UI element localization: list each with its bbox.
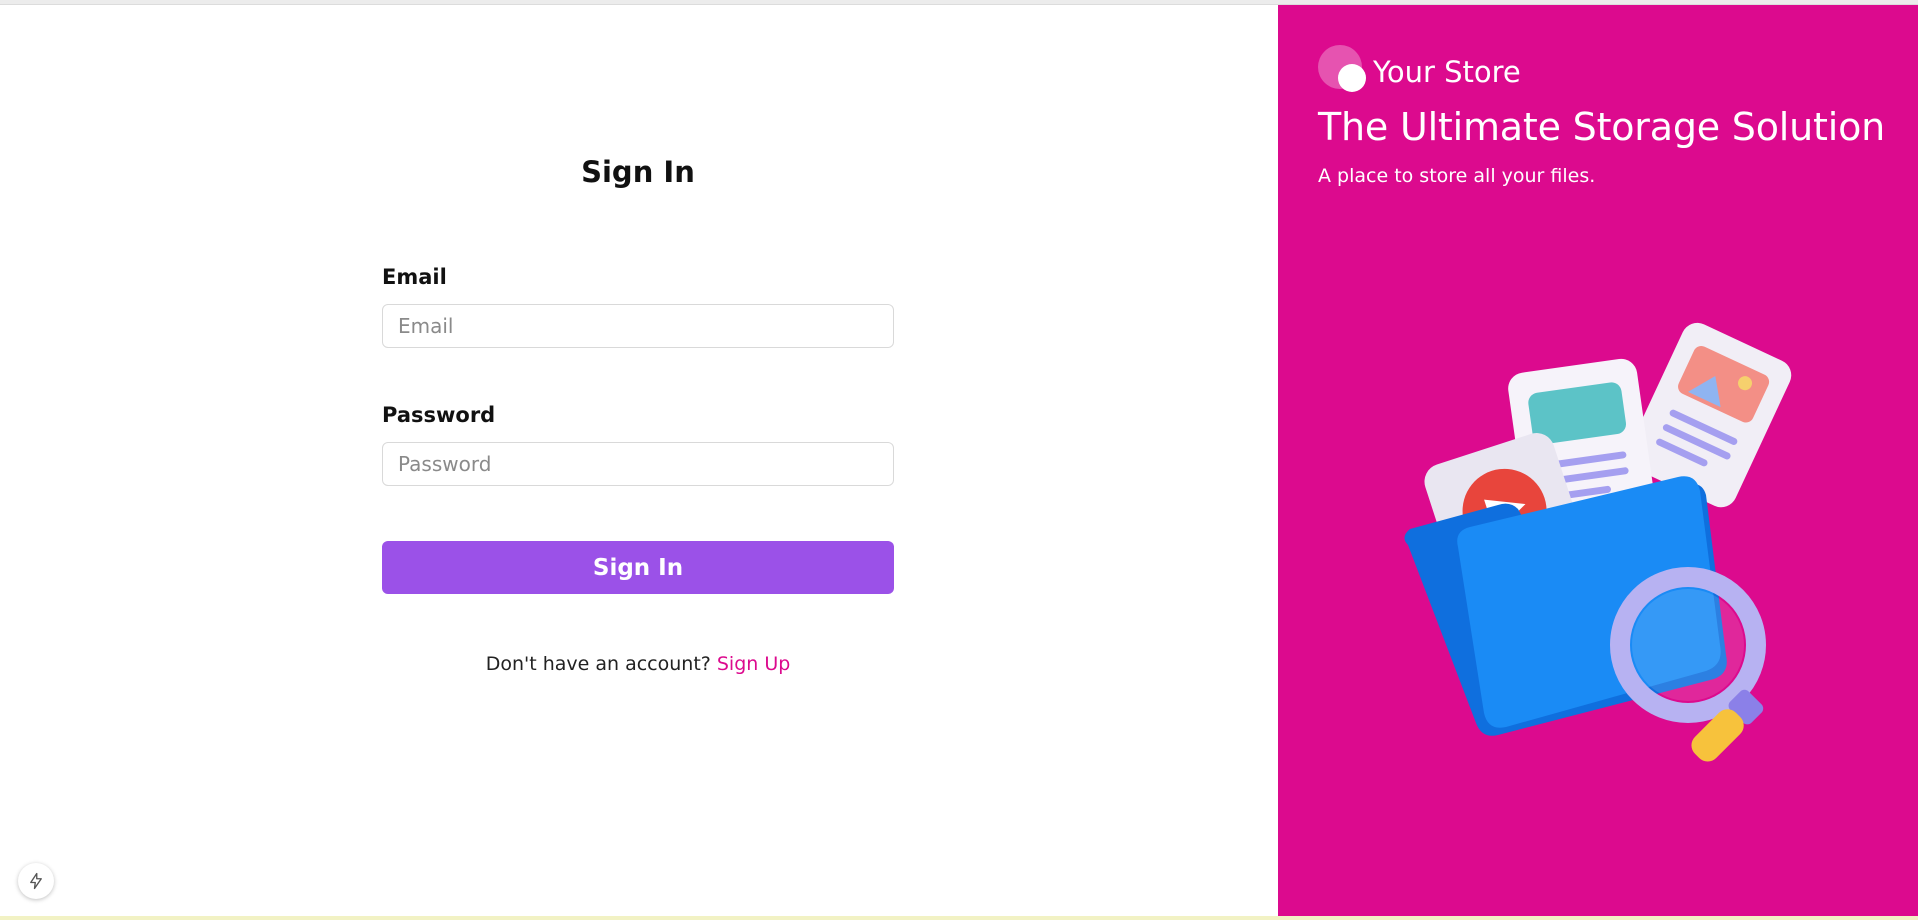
hero-tagline: A place to store all your files.	[1318, 165, 1596, 187]
signin-panel: Sign In Email Password Sign In Don't hav…	[0, 5, 1278, 916]
signin-button[interactable]: Sign In	[382, 541, 894, 594]
page: Sign In Email Password Sign In Don't hav…	[0, 0, 1918, 920]
lightning-bolt-icon	[30, 872, 42, 890]
password-label: Password	[382, 403, 496, 427]
form-title: Sign In	[581, 155, 695, 189]
no-account-text: Don't have an account?	[485, 653, 711, 675]
brand-name: Your Store	[1373, 55, 1521, 89]
bottom-strip	[0, 916, 1918, 920]
brand-logo-icon	[1318, 45, 1366, 92]
signup-link[interactable]: Sign Up	[717, 653, 790, 675]
email-label: Email	[382, 265, 447, 289]
signup-prompt: Don't have an account? Sign Up	[382, 653, 894, 675]
dev-tools-badge[interactable]	[18, 863, 54, 899]
hero-headline: The Ultimate Storage Solution	[1318, 105, 1886, 149]
email-input[interactable]	[382, 304, 894, 348]
folder-files-magnifier-illustration	[1404, 322, 1792, 762]
hero-panel: Your Store The Ultimate Storage Solution…	[1278, 5, 1918, 916]
password-input[interactable]	[382, 442, 894, 486]
